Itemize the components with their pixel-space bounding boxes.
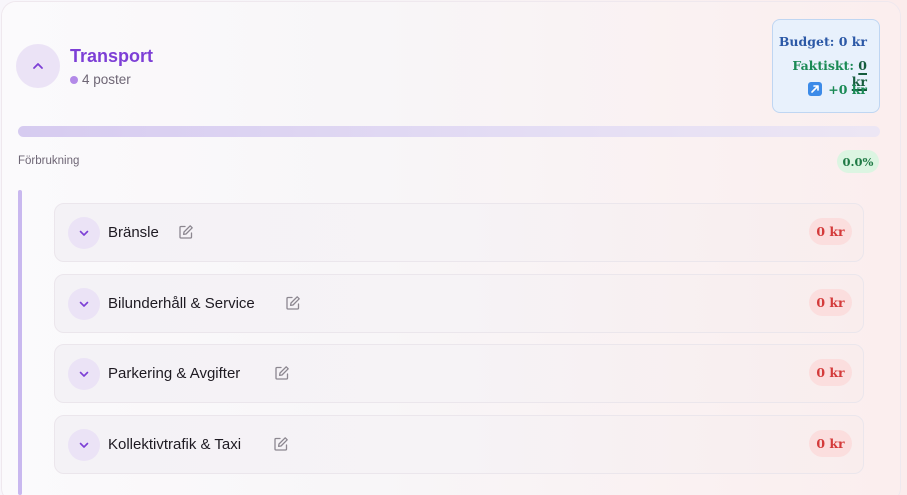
budget-label: Budget: [778, 34, 835, 49]
edit-icon[interactable] [274, 365, 290, 381]
chevron-down-icon [79, 442, 89, 448]
item-label: Parkering & Avgifter [108, 365, 241, 382]
list-item: Bilunderhåll & Service 0 kr [54, 274, 864, 333]
category-title: Transport [70, 46, 154, 66]
difference-row: +0 kr [773, 82, 867, 106]
expand-item-button[interactable] [68, 358, 100, 390]
item-count: 4 poster [82, 72, 131, 87]
collapse-category-button[interactable] [16, 44, 60, 88]
expand-item-button[interactable] [68, 217, 100, 249]
trend-up-arrow-icon [808, 82, 823, 96]
usage-progress-bar [18, 126, 880, 137]
item-label: Kollektivtrafik & Taxi [108, 436, 242, 453]
item-amount-badge: 0 kr [809, 430, 852, 457]
item-amount-badge: 0 kr [809, 359, 852, 386]
chevron-down-icon [79, 230, 89, 236]
actual-row: Faktiskt: 0 kr [773, 58, 867, 89]
list-item: Kollektivtrafik & Taxi 0 kr [54, 415, 864, 474]
chevron-down-icon [79, 371, 89, 377]
usage-percent-badge: 0.0% [837, 150, 879, 173]
status-dot-icon [70, 75, 78, 84]
list-item: Bränsle 0 kr [54, 203, 864, 262]
edit-icon[interactable] [178, 224, 194, 240]
list-item: Parkering & Avgifter 0 kr [54, 344, 864, 403]
difference-value: +0 kr [828, 82, 867, 97]
edit-icon[interactable] [285, 295, 301, 311]
chevron-up-icon [33, 63, 43, 69]
actual-label: Faktiskt: [792, 58, 854, 73]
expand-item-button[interactable] [68, 288, 100, 320]
item-amount-badge: 0 kr [809, 289, 852, 316]
item-label: Bränsle [108, 224, 159, 241]
items-rail [18, 190, 22, 495]
item-label: Bilunderhåll & Service [108, 295, 255, 312]
edit-icon[interactable] [273, 436, 289, 452]
budget-row: Budget: 0 kr [773, 34, 867, 58]
budget-value: 0 kr [838, 34, 867, 49]
expand-item-button[interactable] [68, 429, 100, 461]
category-subtitle: 4 poster [70, 72, 131, 87]
usage-label: Förbrukning [18, 155, 80, 167]
chevron-down-icon [79, 301, 89, 307]
budget-summary: Budget: 0 kr Faktiskt: 0 kr +0 kr [772, 19, 880, 113]
item-amount-badge: 0 kr [809, 218, 852, 245]
